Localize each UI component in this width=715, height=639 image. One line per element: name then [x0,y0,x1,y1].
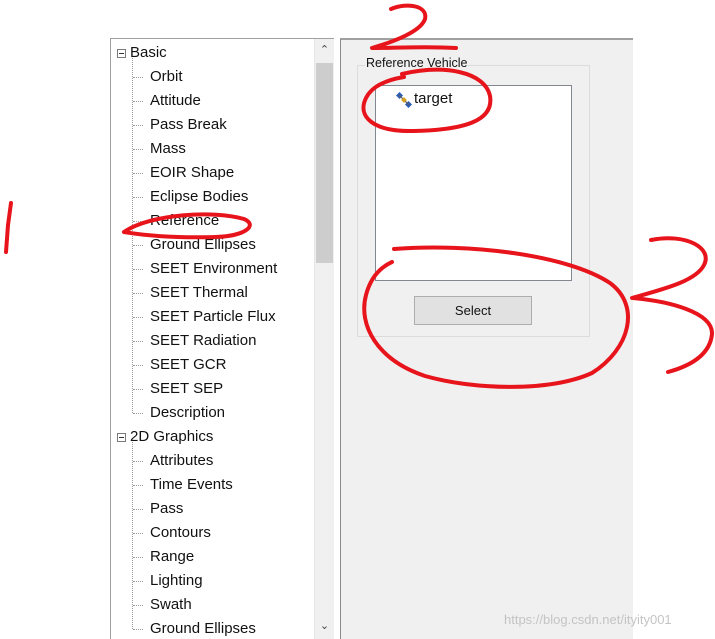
tree-item-label: SEET Environment [150,260,278,277]
tree-item-lighting[interactable]: Lighting [111,569,316,593]
watermark-text: https://blog.csdn.net/ityity001 [504,612,672,627]
collapse-toggle-icon[interactable] [117,433,126,442]
tree-item-label: Pass Break [150,116,227,133]
tree-item-pass[interactable]: Pass [111,497,316,521]
tree-item-range[interactable]: Range [111,545,316,569]
tree-item-label: Ground Ellipses [150,620,256,637]
tree-item-ground-ellipses[interactable]: Ground Ellipses [111,617,316,639]
tree-connector [133,581,143,582]
tree-connector [133,245,143,246]
tree-connector [133,173,143,174]
tree-connector [133,365,143,366]
tree-item-label: Mass [150,140,186,157]
scroll-down-arrow-icon[interactable]: ⌄ [315,617,334,635]
tree-item-eoir-shape[interactable]: EOIR Shape [111,161,316,185]
tree-item-label: Ground Ellipses [150,236,256,253]
tree-connector [133,509,143,510]
tree-item-label: Reference [150,212,220,229]
tree-connector [133,557,143,558]
select-button[interactable]: Select [414,296,532,325]
tree-item-contours[interactable]: Contours [111,521,316,545]
tree-connector [133,125,143,126]
vehicle-name: target [414,90,453,107]
tree-connector [133,485,143,486]
annotation-number-1 [4,201,13,254]
properties-tree-panel: Basic Orbit Attitude Pass Break Mass EOIR Sha… [110,38,334,639]
tree-item-eclipse-bodies[interactable]: Eclipse Bodies [111,185,316,209]
tree-item-seet-particle-flux[interactable]: SEET Particle Flux [111,305,316,329]
tree-item-label: Contours [150,524,211,541]
tree-connector [133,101,143,102]
tree-guide-line [132,58,133,413]
tree-item-seet-sep[interactable]: SEET SEP [111,377,316,401]
tree-item-label: SEET Thermal [150,284,248,301]
tree-guide-line [132,442,133,629]
tree-item-label: SEET Radiation [150,332,257,349]
tree-item-seet-thermal[interactable]: SEET Thermal [111,281,316,305]
tree-item-description[interactable]: Description [111,401,316,425]
tree-item-label: Range [150,548,195,565]
annotation-number-3 [630,236,715,374]
tree-connector [133,77,143,78]
tree-item-seet-environment[interactable]: SEET Environment [111,257,316,281]
tree-item-seet-radiation[interactable]: SEET Radiation [111,329,316,353]
tree-item-label: Attitude [150,92,201,109]
tree-group-basic[interactable]: Basic [111,41,316,65]
tree-connector [133,317,143,318]
tree-item-ground-ellipses[interactable]: Ground Ellipses [111,233,316,257]
tree-connector [133,461,143,462]
tree-item-orbit[interactable]: Orbit [111,65,316,89]
tree-item-swath[interactable]: Swath [111,593,316,617]
tree-connector [133,629,143,630]
tree-group-label: Basic [130,44,167,61]
tree-item-label: Swath [150,596,192,613]
scrollbar-thumb[interactable] [316,63,333,263]
tree-item-label: Attributes [150,452,214,469]
tree-group-label: 2D Graphics [130,428,214,445]
tree-item-attributes[interactable]: Attributes [111,449,316,473]
tree-connector [133,149,143,150]
tree-item-reference[interactable]: Reference [111,209,316,233]
tree-item-label: Description [150,404,226,421]
tree-item-label: SEET GCR [150,356,227,373]
satellite-icon [396,92,412,108]
tree-group-2d-graphics[interactable]: 2D Graphics [111,425,316,449]
tree-vertical-scrollbar[interactable]: ⌃ ⌄ [314,39,334,639]
tree-item-mass[interactable]: Mass [111,137,316,161]
tree-connector [133,221,143,222]
reference-properties-pane: Reference Vehicle target Select [340,38,633,639]
reference-vehicle-list[interactable]: target [375,85,572,281]
tree-item-label: Pass [150,500,184,517]
tree-connector [133,341,143,342]
tree-item-time-events[interactable]: Time Events [111,473,316,497]
tree-item-label: SEET SEP [150,380,224,397]
tree-connector [133,293,143,294]
tree-item-attitude[interactable]: Attitude [111,89,316,113]
tree-item-label: Eclipse Bodies [150,188,249,205]
tree-connector [133,413,143,414]
tree-item-seet-gcr[interactable]: SEET GCR [111,353,316,377]
tree-item-label: SEET Particle Flux [150,308,276,325]
collapse-toggle-icon[interactable] [117,49,126,58]
tree-connector [133,533,143,534]
tree-item-label: EOIR Shape [150,164,235,181]
tree-item-label: Orbit [150,68,183,85]
tree-item-pass-break[interactable]: Pass Break [111,113,316,137]
tree-connector [133,269,143,270]
tree-connector [133,197,143,198]
tree-connector [133,389,143,390]
scroll-up-arrow-icon[interactable]: ⌃ [315,41,334,59]
tree-item-label: Lighting [150,572,203,589]
tree-connector [133,605,143,606]
reference-vehicle-title: Reference Vehicle [365,56,469,71]
tree-item-label: Time Events [150,476,233,493]
